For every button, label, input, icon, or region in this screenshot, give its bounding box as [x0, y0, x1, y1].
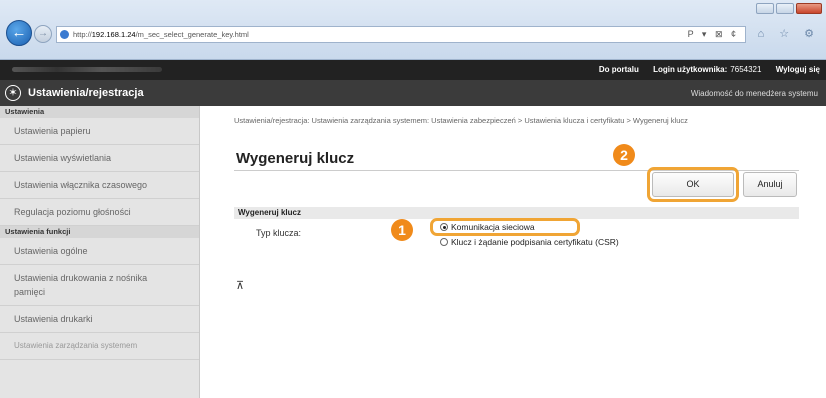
url-path: /m_sec_select_generate_key.html — [135, 30, 249, 39]
manager-message-link[interactable]: Wiadomość do menedżera systemu — [691, 89, 818, 98]
url-host: 192.168.1.24 — [91, 30, 136, 39]
forward-button[interactable]: → — [34, 25, 52, 43]
cancel-button[interactable]: Anuluj — [743, 172, 797, 197]
minimize-icon[interactable] — [756, 3, 774, 14]
login-value: 7654321 — [730, 65, 762, 74]
main-content: Ustawienia/rejestracja: Ustawienia zarzą… — [200, 106, 826, 398]
sidebar-heading-settings: Ustawienia — [0, 106, 199, 118]
sidebar-item-timer[interactable]: Ustawienia włącznika czasowego — [0, 172, 199, 199]
sidebar-item-printer[interactable]: Ustawienia drukarki — [0, 306, 199, 333]
url-prefix: http:// — [73, 30, 92, 39]
back-to-top-icon[interactable]: ⊼ — [236, 279, 244, 292]
address-tools[interactable]: P ▾ ⊠ ¢ — [688, 27, 739, 42]
breadcrumb: Ustawienia/rejestracja: Ustawienia zarzą… — [234, 116, 688, 125]
top-links: Do portalu Login użytkownika: 7654321 Wyl… — [587, 65, 820, 74]
address-bar[interactable]: http://192.168.1.24/m_sec_select_generat… — [56, 26, 746, 43]
page-title: Wygeneruj klucz — [236, 150, 355, 167]
radio-key-and-csr[interactable]: Klucz i żądanie podpisania certyfikatu (… — [440, 237, 619, 247]
key-type-label: Typ klucza: — [256, 228, 302, 238]
site-logo — [12, 67, 162, 72]
header-title: Ustawienia/rejestracja — [28, 87, 144, 99]
window-controls — [756, 3, 822, 14]
maximize-icon[interactable] — [776, 3, 794, 14]
radio-label: Klucz i żądanie podpisania certyfikatu (… — [451, 237, 619, 247]
ok-button-highlight — [647, 167, 739, 202]
browser-toolbar-icons[interactable]: ⌂ ☆ ⚙ — [758, 27, 820, 40]
portal-link[interactable]: Do portalu — [599, 65, 639, 74]
radio-unchecked-icon[interactable] — [440, 238, 448, 246]
sidebar-heading-functions: Ustawienia funkcji — [0, 226, 199, 238]
step-callout-2: 2 — [613, 144, 635, 166]
sidebar-item-memory-print[interactable]: Ustawienia drukowania z nośnika pamięci — [0, 265, 199, 306]
step-callout-1: 1 — [391, 219, 413, 241]
sidebar-item-display[interactable]: Ustawienia wyświetlania — [0, 145, 199, 172]
back-button[interactable]: ← — [6, 20, 32, 46]
sidebar-item-volume[interactable]: Regulacja poziomu głośności — [0, 199, 199, 226]
site-top-bar: Do portalu Login użytkownika: 7654321 Wyl… — [0, 60, 826, 80]
sidebar-item-paper[interactable]: Ustawienia papieru — [0, 118, 199, 145]
radio-highlight — [430, 218, 580, 236]
login-label: Login użytkownika: — [653, 65, 728, 74]
close-icon[interactable] — [796, 3, 822, 14]
logout-link[interactable]: Wyloguj się — [776, 65, 820, 74]
browser-toolbar: ← → http://192.168.1.24/m_sec_select_gen… — [0, 0, 826, 60]
sidebar-item-system-management[interactable]: Ustawienia zarządzania systemem — [0, 333, 199, 360]
sidebar-item-general[interactable]: Ustawienia ogólne — [0, 238, 199, 265]
page-icon — [60, 30, 69, 39]
site-header: ✶ Ustawienia/rejestracja Wiadomość do me… — [0, 80, 826, 106]
settings-icon: ✶ — [5, 85, 21, 101]
sidebar: Ustawienia Ustawienia papieru Ustawienia… — [0, 106, 200, 398]
